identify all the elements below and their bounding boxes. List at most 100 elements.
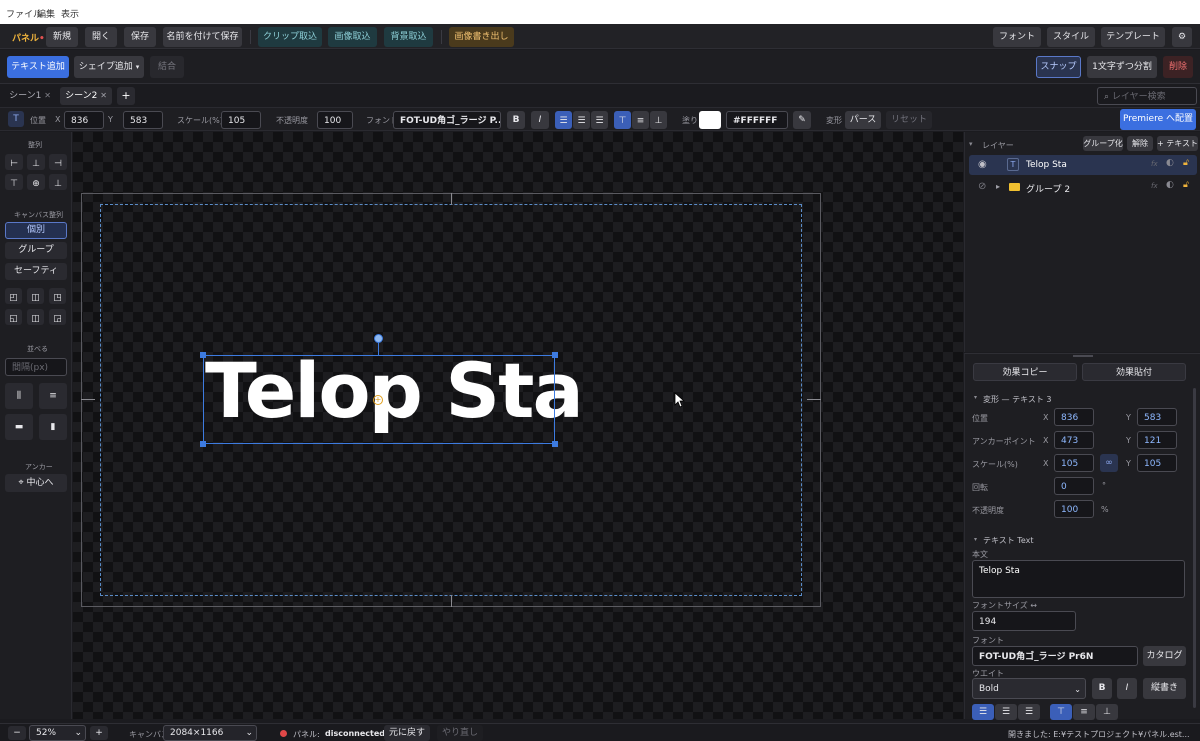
snap-button[interactable]: スナップ xyxy=(1036,56,1081,78)
scale-y-input[interactable]: 105 xyxy=(1137,454,1177,472)
catalog-button[interactable]: カタログ xyxy=(1143,646,1186,666)
style-button[interactable]: スタイル xyxy=(1047,27,1095,47)
reset-button[interactable]: リセット xyxy=(886,111,932,129)
valign-bottom-button[interactable]: ⊥ xyxy=(1096,704,1118,720)
canvas-area[interactable]: Telop Sta + xyxy=(73,132,963,719)
clip-import-button[interactable]: クリップ取込 xyxy=(258,27,322,47)
fill-color-swatch[interactable] xyxy=(699,111,721,129)
position-y-input[interactable]: 583 xyxy=(123,111,163,129)
anchor-point-icon[interactable]: + xyxy=(373,395,383,405)
position-x-input[interactable]: 836 xyxy=(64,111,104,129)
align-bottom-edge-button[interactable]: ⊥ xyxy=(49,174,67,190)
stack-h-button[interactable]: ▬ xyxy=(5,414,33,440)
group-layers-button[interactable]: グループ化 xyxy=(1083,136,1123,151)
collapse-icon[interactable]: ▾ xyxy=(974,394,977,401)
layer-search-input[interactable]: ⌕ レイヤー検索 xyxy=(1097,87,1197,105)
ungroup-button[interactable]: 解除 xyxy=(1127,136,1153,151)
valign-middle-button[interactable]: ≡ xyxy=(632,111,649,129)
expand-chevron-icon[interactable]: ▸ xyxy=(996,182,1000,191)
anchor-x-input[interactable]: 473 xyxy=(1054,431,1094,449)
panel-resize-grip[interactable] xyxy=(1073,355,1093,357)
close-icon[interactable]: ✕ xyxy=(100,91,107,100)
add-shape-button[interactable]: シェイプ追加 ▾ xyxy=(74,56,144,78)
open-button[interactable]: 開く xyxy=(85,27,117,47)
resize-handle-tl[interactable] xyxy=(200,352,206,358)
opacity-input[interactable]: 100 xyxy=(1054,500,1094,518)
spacing-input[interactable]: 間隔(px) xyxy=(5,358,67,376)
save-button[interactable]: 保存 xyxy=(124,27,156,47)
align-right-button[interactable]: ☰ xyxy=(1018,704,1040,720)
link-scale-button[interactable]: ∞ xyxy=(1100,454,1118,472)
valign-middle-button[interactable]: ≡ xyxy=(1073,704,1095,720)
italic-button[interactable]: I xyxy=(1117,678,1137,699)
tab-scene1[interactable]: シーン1 ✕ xyxy=(4,87,56,105)
italic-button[interactable]: I xyxy=(531,111,549,129)
zoom-select[interactable]: 52% ⌄ xyxy=(29,725,86,741)
add-text-button[interactable]: テキスト追加 xyxy=(7,56,69,78)
eye-hidden-icon[interactable]: ⊘ xyxy=(978,181,986,192)
position-x-input[interactable]: 836 xyxy=(1054,408,1094,426)
menu-edit[interactable]: 編集 xyxy=(37,7,55,20)
align-vcenter-button[interactable]: ⊕ xyxy=(27,174,45,190)
close-icon[interactable]: ✕ xyxy=(44,91,51,100)
add-text-layer-button[interactable]: + テキスト xyxy=(1157,136,1198,151)
vertical-text-button[interactable]: 縦書き xyxy=(1143,678,1186,699)
collapse-icon[interactable]: ▾ xyxy=(974,536,977,543)
font-size-input[interactable]: 194 xyxy=(972,611,1076,631)
fill-hex-input[interactable]: #FFFFFF xyxy=(726,111,788,129)
body-textarea[interactable]: Telop Sta xyxy=(972,560,1185,598)
lock-icon[interactable]: 🔓︎ xyxy=(1183,180,1189,190)
menu-view[interactable]: 表示 xyxy=(61,7,79,20)
pos-bottom-right-button[interactable]: ◲ xyxy=(49,309,66,325)
inspector-scrollbar[interactable] xyxy=(1193,388,1196,708)
align-hcenter-button[interactable]: ⊥ xyxy=(27,154,45,170)
resize-handle-br[interactable] xyxy=(552,441,558,447)
paste-effect-button[interactable]: 効果貼付 xyxy=(1082,363,1186,381)
opacity-input[interactable]: 100 xyxy=(317,111,353,129)
align-top-edge-button[interactable]: ⊤ xyxy=(5,174,23,190)
pos-bottom-center-button[interactable]: ◫ xyxy=(27,309,44,325)
export-image-button[interactable]: 画像書き出し xyxy=(449,27,514,47)
pos-top-center-button[interactable]: ◫ xyxy=(27,288,44,304)
bold-button[interactable]: B xyxy=(1092,678,1112,699)
fx-icon[interactable]: fx xyxy=(1151,182,1158,190)
bold-button[interactable]: B xyxy=(507,111,525,129)
valign-top-button[interactable]: ⊤ xyxy=(1050,704,1072,720)
font-input[interactable]: FOT-UD角ゴ_ラージ Pr6N xyxy=(972,646,1138,666)
align-right-button[interactable]: ☰ xyxy=(591,111,608,129)
pos-bottom-left-button[interactable]: ◱ xyxy=(5,309,22,325)
premiere-place-button[interactable]: Premiere へ配置 xyxy=(1120,109,1196,130)
align-left-button[interactable]: ☰ xyxy=(555,111,572,129)
font-button[interactable]: フォント xyxy=(993,27,1041,47)
blend-icon[interactable]: ◐ xyxy=(1166,180,1174,190)
add-tab-button[interactable]: + xyxy=(117,87,135,105)
valign-bottom-button[interactable]: ⊥ xyxy=(650,111,667,129)
resize-handle-bl[interactable] xyxy=(200,441,206,447)
safety-button[interactable]: セーフティ xyxy=(5,263,67,280)
group-button[interactable]: グループ xyxy=(5,242,67,259)
scale-input[interactable]: 105 xyxy=(221,111,261,129)
align-center-button[interactable]: ☰ xyxy=(995,704,1017,720)
eyedropper-button[interactable]: ✎ xyxy=(793,111,811,129)
layer-row[interactable]: ⊘ ▸ グループ 2 fx ◐ 🔓︎ xyxy=(969,177,1197,197)
anchor-y-input[interactable]: 121 xyxy=(1137,431,1177,449)
tab-scene2[interactable]: シーン2 ✕ xyxy=(60,87,112,105)
layer-row[interactable]: ◉ T Telop Sta fx ◐ 🔓︎ xyxy=(969,155,1197,175)
rotation-handle[interactable] xyxy=(374,334,383,343)
undo-button[interactable]: 元に戻す xyxy=(384,725,430,741)
copy-effect-button[interactable]: 効果コピー xyxy=(973,363,1077,381)
bg-import-button[interactable]: 背景取込 xyxy=(384,27,433,47)
blend-icon[interactable]: ◐ xyxy=(1166,158,1174,168)
pos-top-left-button[interactable]: ◰ xyxy=(5,288,22,304)
valign-top-button[interactable]: ⊤ xyxy=(614,111,631,129)
split-chars-button[interactable]: 1文字ずつ分割 xyxy=(1087,56,1157,78)
distribute-v-button[interactable]: ≡ xyxy=(39,383,67,409)
zoom-out-button[interactable]: − xyxy=(8,726,26,740)
zoom-in-button[interactable]: + xyxy=(90,726,108,740)
pos-top-right-button[interactable]: ◳ xyxy=(49,288,66,304)
resize-handle-tr[interactable] xyxy=(552,352,558,358)
image-import-button[interactable]: 画像取込 xyxy=(328,27,377,47)
align-right-edge-button[interactable]: ⊣ xyxy=(49,154,67,170)
center-anchor-button[interactable]: ⌖ 中心へ xyxy=(5,474,67,492)
individual-button[interactable]: 個別 xyxy=(5,222,67,239)
